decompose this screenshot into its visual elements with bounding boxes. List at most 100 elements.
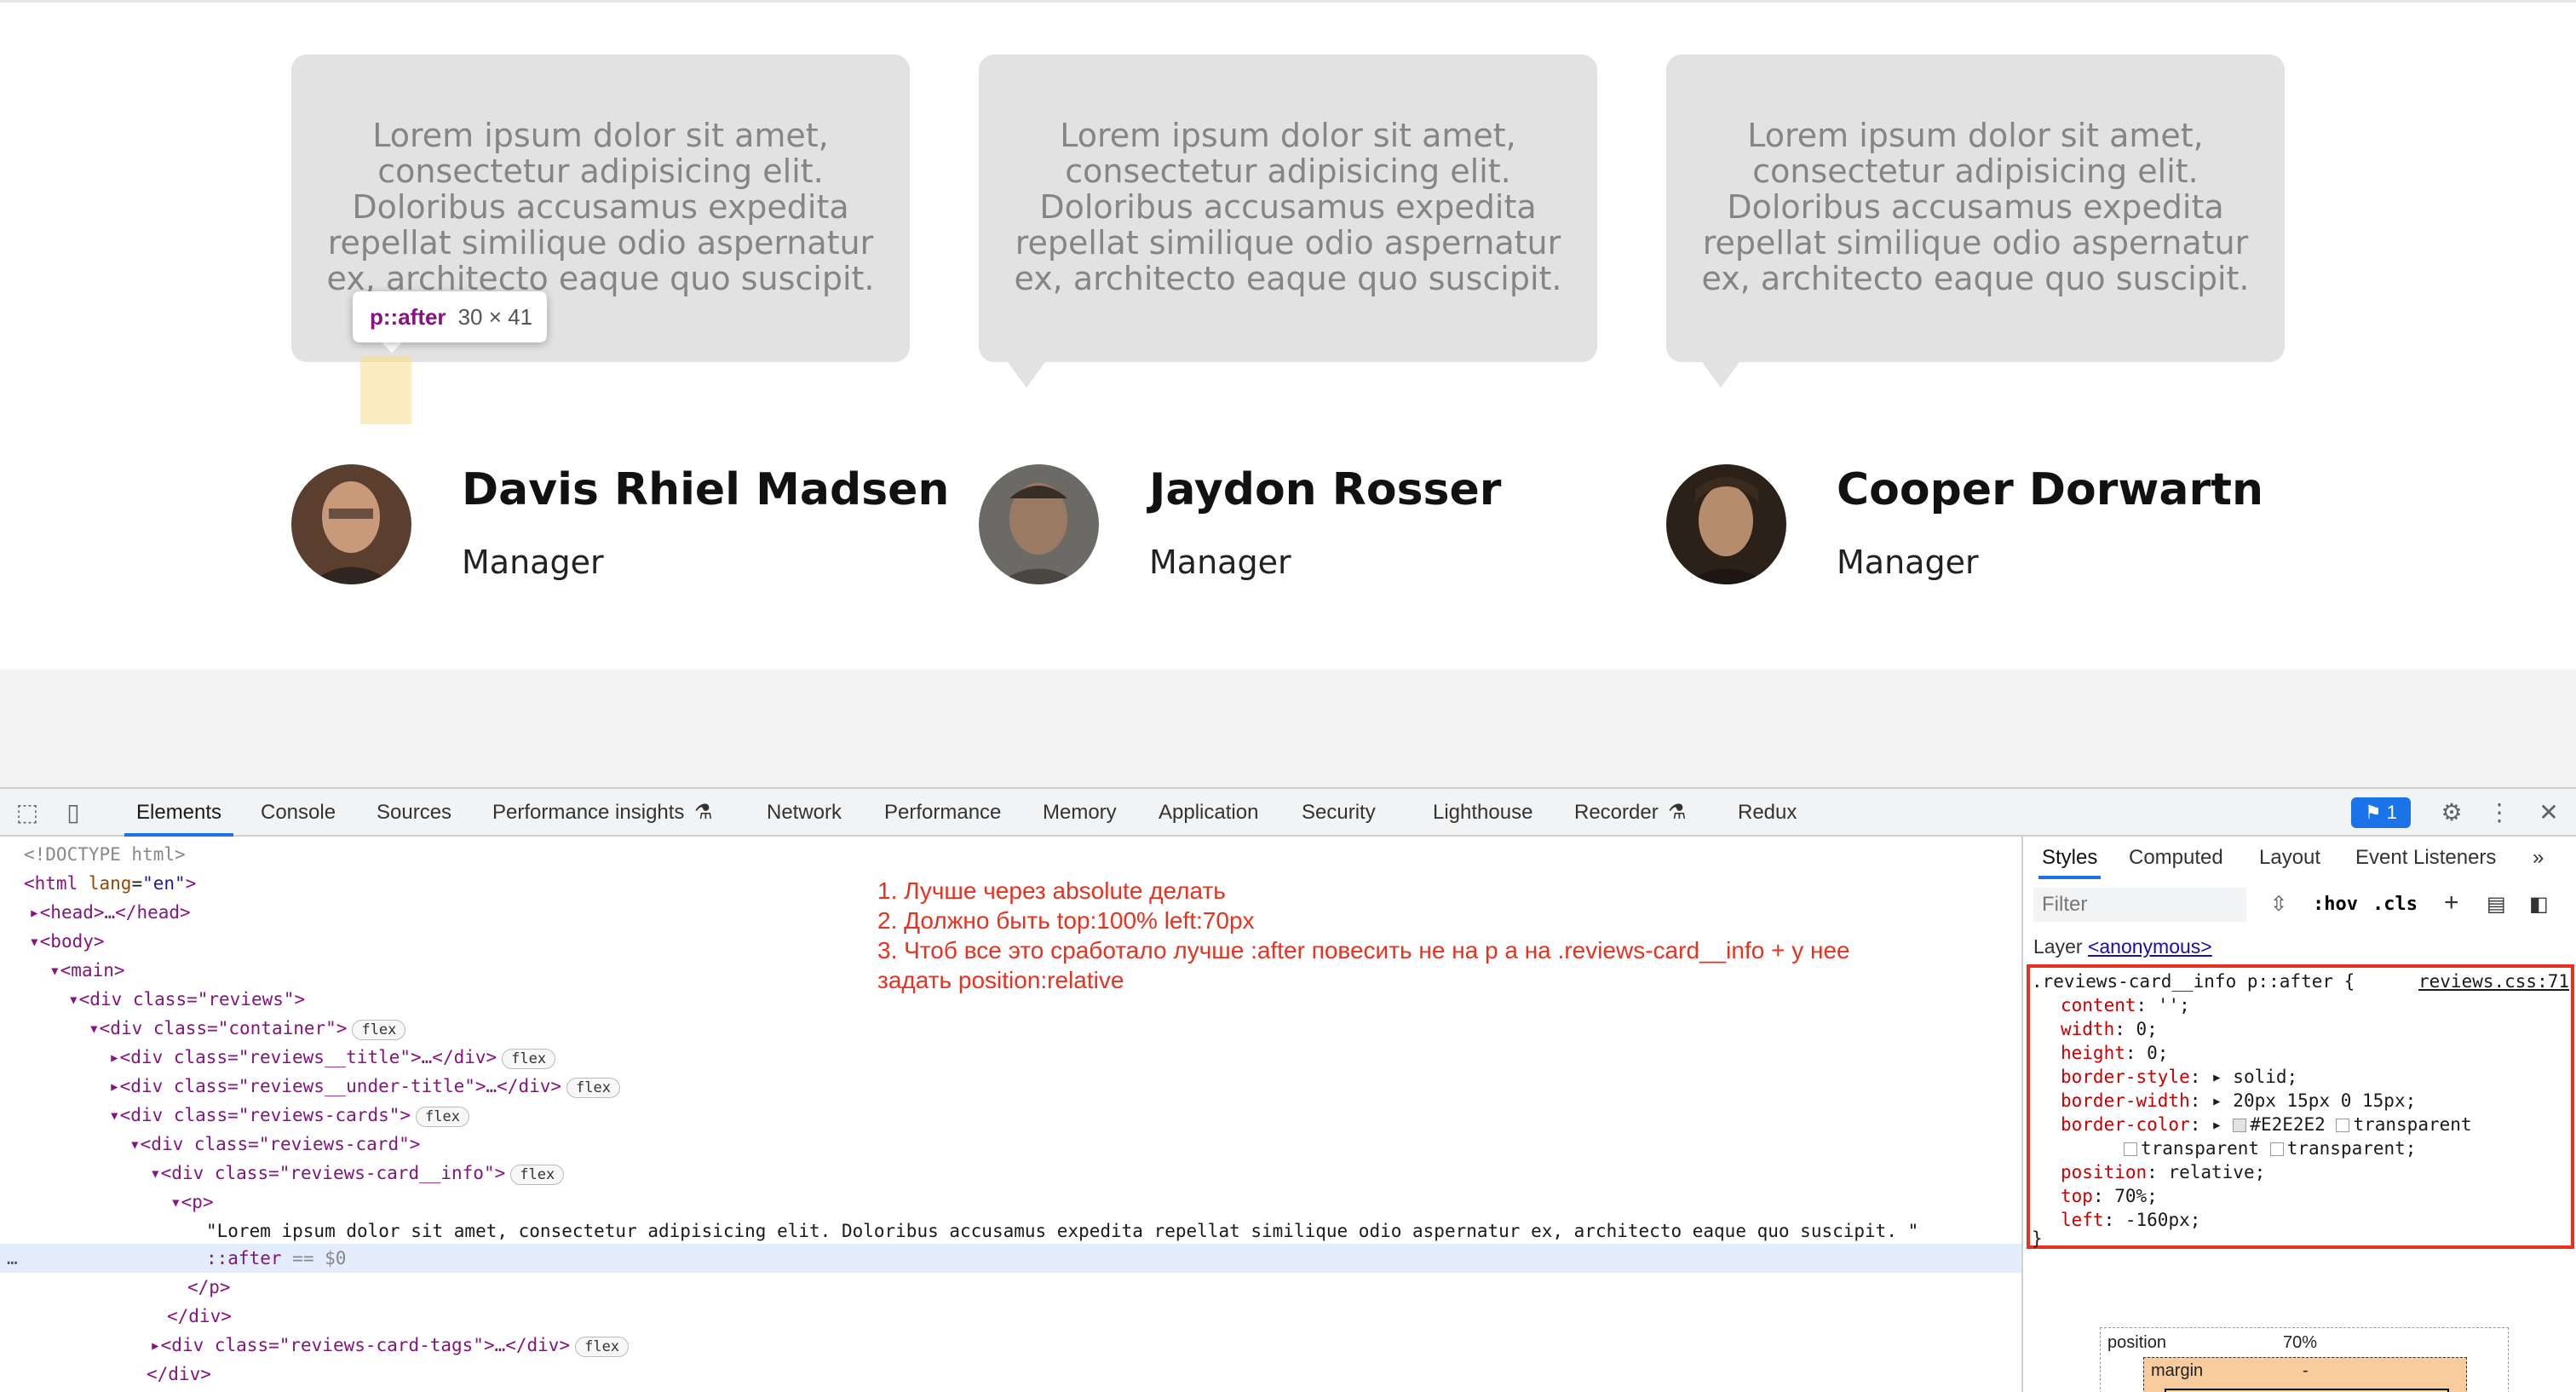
rule-source-link[interactable]: reviews.css:71: [2418, 969, 2569, 993]
flex-badge[interactable]: flex: [575, 1337, 630, 1357]
body-node[interactable]: ▾<body>: [29, 927, 105, 956]
elements-tree: <!DOCTYPE html> <html lang="en"> ▸<head>…: [0, 837, 2021, 1392]
new-rule-button[interactable]: +: [2444, 886, 2459, 920]
tab-styles[interactable]: Styles: [2038, 837, 2102, 879]
decl-height[interactable]: height: 0;: [2061, 1041, 2168, 1065]
doctype-node[interactable]: <!DOCTYPE html>: [24, 840, 186, 869]
body-label: <body>: [39, 931, 105, 952]
html-attr: lang: [88, 873, 132, 894]
color-swatch[interactable]: [2336, 1119, 2350, 1132]
p-close-node[interactable]: </p>: [187, 1273, 231, 1302]
main-node[interactable]: ▾<main>: [49, 956, 125, 985]
tab-performance[interactable]: Performance: [884, 789, 1001, 837]
more-tabs-icon[interactable]: »: [2533, 837, 2544, 879]
box-margin-value[interactable]: -: [2303, 1361, 2309, 1381]
page-top-border: [0, 0, 2576, 6]
box-position-value[interactable]: 70%: [2283, 1333, 2317, 1353]
reviews-node[interactable]: ▾<div class="reviews">: [68, 985, 305, 1014]
box-model-diagram: position 70% margin - border 20: [2100, 1327, 2509, 1392]
head-node[interactable]: ▸<head>…</head>: [29, 898, 191, 927]
tooltip-arrow: [380, 341, 404, 353]
html-tag: <html: [24, 873, 78, 894]
decl-border-style[interactable]: border-style: ▸ solid;: [2061, 1065, 2297, 1089]
hov-button[interactable]: :hov: [2313, 888, 2358, 922]
flex-badge[interactable]: flex: [352, 1020, 406, 1040]
reviewer-role: Manager: [462, 544, 604, 581]
reviewer-role: Manager: [1149, 544, 1291, 581]
toggle-icon[interactable]: ⇳: [2270, 888, 2287, 922]
color-swatch[interactable]: [2124, 1142, 2137, 1156]
box-margin: margin - border 20: [2143, 1357, 2467, 1392]
devtools-panel: ⬚ ▯ Elements Console Sources Performance…: [0, 787, 2576, 1392]
tab-elements[interactable]: Elements: [124, 789, 234, 837]
close-icon[interactable]: ✕: [2535, 799, 2562, 826]
main-label: <main>: [60, 960, 125, 981]
sidebar-toggle-icon[interactable]: ◧: [2529, 888, 2549, 922]
paint-icon[interactable]: ▤: [2487, 888, 2506, 922]
container-node[interactable]: ▾<div class="container"> flex: [89, 1014, 406, 1043]
decl-border-color[interactable]: border-color: ▸ #E2E2E2 transparent: [2061, 1113, 2472, 1136]
review-text: Lorem ipsum dolor sit amet, consectetur …: [326, 117, 875, 297]
p-node[interactable]: ▾<p>: [170, 1188, 214, 1217]
speech-tail: [1702, 362, 1739, 388]
tab-recorder[interactable]: Recorder: [1574, 789, 1659, 837]
tab-security[interactable]: Security: [1302, 789, 1376, 837]
decl-left[interactable]: left: -160px;: [2061, 1208, 2200, 1232]
issues-count: 1: [2386, 802, 2398, 823]
under-title-label: <div class="reviews__under-title">…</div…: [119, 1076, 562, 1096]
rule-selector[interactable]: .reviews-card__info p::after {: [2032, 969, 2355, 993]
flex-badge[interactable]: flex: [510, 1165, 565, 1185]
cls-button[interactable]: .cls: [2372, 888, 2418, 922]
flex-badge[interactable]: flex: [502, 1049, 556, 1069]
tab-redux[interactable]: Redux: [1738, 789, 1797, 837]
card-info-node[interactable]: ▾<div class="reviews-card__info"> flex: [150, 1159, 565, 1188]
speech-tail: [1008, 362, 1045, 388]
tab-memory[interactable]: Memory: [1043, 789, 1117, 837]
color-swatch[interactable]: [2269, 1142, 2284, 1156]
after-node[interactable]: ::after == $0: [206, 1244, 346, 1273]
div-close-node[interactable]: </div>: [167, 1302, 232, 1331]
kebab-menu-icon[interactable]: ⋮: [2486, 799, 2513, 826]
decl-content[interactable]: content: '';: [2061, 993, 2190, 1017]
review-text: Lorem ipsum dolor sit amet, consectetur …: [1701, 117, 2250, 297]
cards-node[interactable]: ▾<div class="reviews-cards"> flex: [109, 1101, 469, 1130]
styles-filter-input[interactable]: Filter: [2033, 888, 2246, 922]
annotation-note: 1. Лучше через absolute делать: [877, 877, 1226, 904]
tab-performance-insights[interactable]: Performance insights: [492, 789, 684, 837]
layer-link[interactable]: <anonymous>: [2088, 935, 2212, 958]
tab-application[interactable]: Application: [1159, 789, 1258, 837]
tab-sources[interactable]: Sources: [377, 789, 451, 837]
tab-console[interactable]: Console: [261, 789, 336, 837]
tags-node[interactable]: ▸<div class="reviews-card-tags">…</div> f…: [150, 1331, 630, 1360]
tab-layout[interactable]: Layout: [2259, 837, 2320, 879]
decl-border-width[interactable]: border-width: ▸ 20px 15px 0 15px;: [2061, 1089, 2416, 1113]
device-toggle-icon[interactable]: ▯: [60, 799, 87, 826]
p-text-node[interactable]: "Lorem ipsum dolor sit amet, consectetur…: [206, 1217, 1918, 1245]
flex-badge[interactable]: flex: [416, 1107, 469, 1127]
annotation-note: 2. Должно быть top:100% left:70px: [877, 907, 1255, 934]
html-attr-value: "en": [142, 873, 186, 894]
gear-icon[interactable]: ⚙: [2438, 799, 2465, 826]
html-node[interactable]: <html lang="en">: [24, 869, 196, 898]
div-close-node[interactable]: </div>: [147, 1360, 211, 1389]
tab-network[interactable]: Network: [767, 789, 842, 837]
decl-border-color-cont[interactable]: transparent transparent;: [2124, 1136, 2416, 1160]
decl-top[interactable]: top: 70%;: [2061, 1184, 2158, 1208]
title-node[interactable]: ▸<div class="reviews__title">…</div> flex: [109, 1043, 556, 1072]
box-position-label: position: [2107, 1333, 2166, 1352]
color-swatch[interactable]: [2233, 1119, 2247, 1132]
after-eq: == $0: [292, 1248, 347, 1268]
under-title-node[interactable]: ▸<div class="reviews__under-title">…</di…: [109, 1072, 620, 1101]
tab-computed[interactable]: Computed: [2129, 837, 2223, 879]
tab-event-listeners[interactable]: Event Listeners: [2355, 837, 2496, 879]
flex-badge[interactable]: flex: [566, 1078, 620, 1098]
decl-position[interactable]: position: relative;: [2061, 1160, 2265, 1184]
inspect-icon[interactable]: ⬚: [14, 799, 41, 826]
card-info-label: <div class="reviews-card__info">: [160, 1163, 506, 1183]
decl-width[interactable]: width: 0;: [2061, 1017, 2158, 1041]
row-ellipsis[interactable]: …: [7, 1244, 18, 1273]
card-node[interactable]: ▾<div class="reviews-card">: [129, 1130, 420, 1159]
tab-lighthouse[interactable]: Lighthouse: [1433, 789, 1532, 837]
review-card-bubble: Lorem ipsum dolor sit amet, consectetur …: [979, 55, 1597, 388]
issues-button[interactable]: ⚑ 1: [2351, 797, 2411, 828]
